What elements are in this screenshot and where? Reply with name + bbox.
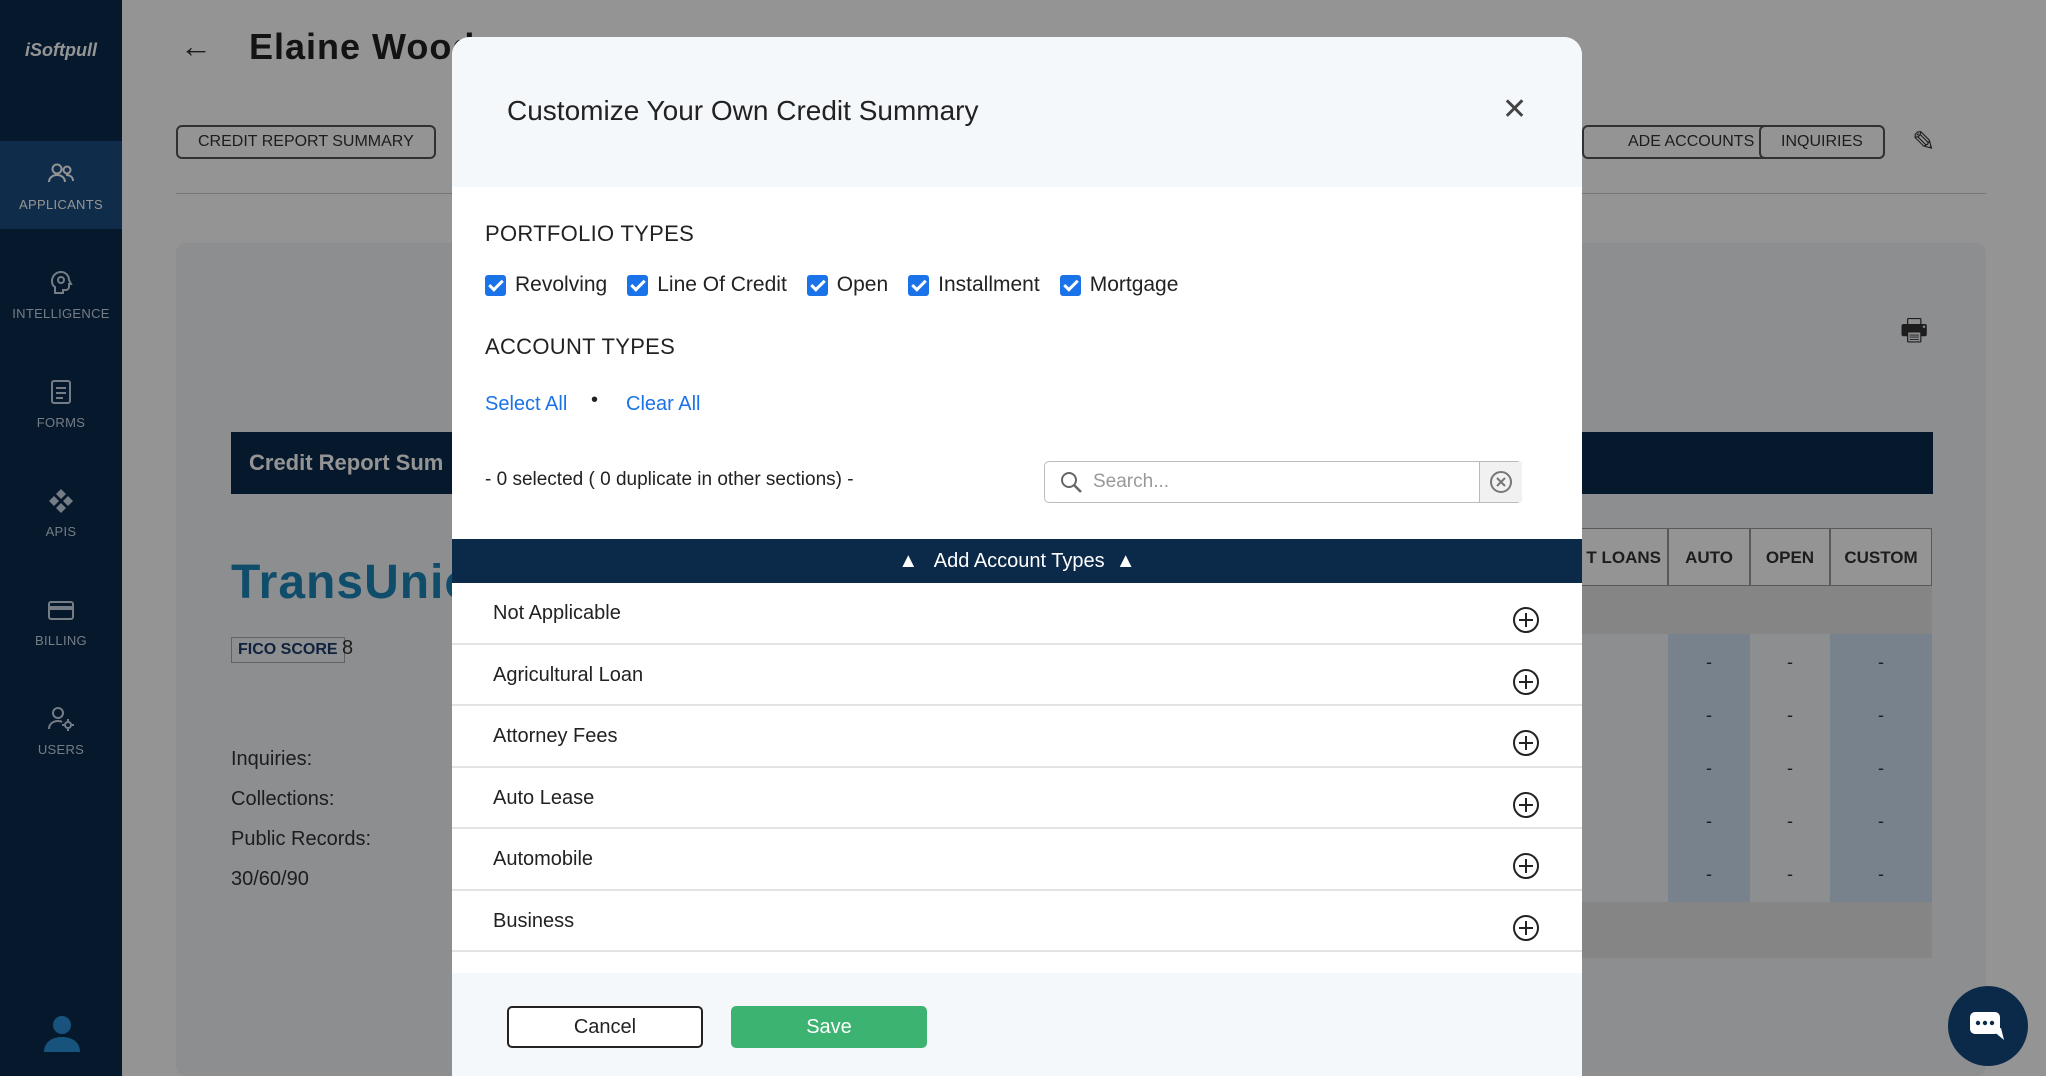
- cancel-button[interactable]: Cancel: [507, 1006, 703, 1048]
- checkbox-label: Revolving: [515, 273, 608, 296]
- add-circle-icon[interactable]: [1512, 844, 1540, 879]
- clear-all-link[interactable]: Clear All: [626, 393, 700, 416]
- account-types-label: ACCOUNT TYPES: [485, 334, 676, 359]
- modal-header: Customize Your Own Credit Summary ✕: [452, 37, 1582, 187]
- list-item[interactable]: Not Applicable: [452, 583, 1582, 645]
- selected-count: - 0 selected ( 0 duplicate in other sect…: [485, 469, 854, 490]
- account-type-label: Not Applicable: [493, 602, 621, 624]
- chat-bubble-icon[interactable]: [1948, 986, 2028, 1066]
- customize-summary-modal: Customize Your Own Credit Summary ✕ PORT…: [452, 37, 1582, 1076]
- checkbox-label: Open: [836, 273, 889, 296]
- search-icon: [1059, 470, 1083, 494]
- link-separator: •: [591, 389, 599, 411]
- checkbox-checked-icon[interactable]: [485, 274, 506, 296]
- account-type-label: Auto Lease: [493, 786, 595, 809]
- checkbox-revolving[interactable]: Revolving: [485, 273, 607, 297]
- list-item[interactable]: [452, 952, 1582, 973]
- add-circle-icon[interactable]: [1512, 906, 1540, 941]
- list-item[interactable]: Automobile: [452, 829, 1582, 891]
- account-type-label: Business: [493, 909, 575, 932]
- add-circle-icon[interactable]: [1512, 783, 1540, 818]
- search-input[interactable]: [1093, 466, 1463, 498]
- list-item[interactable]: Attorney Fees: [452, 706, 1582, 768]
- modal-title: Customize Your Own Credit Summary: [507, 95, 979, 126]
- checkbox-label: Mortgage: [1089, 273, 1179, 296]
- caret-up-icon: ▲: [898, 550, 919, 572]
- checkbox-label: Installment: [938, 273, 1040, 296]
- list-item[interactable]: Agricultural Loan: [452, 645, 1582, 706]
- checkbox-installment[interactable]: Installment: [908, 273, 1040, 297]
- portfolio-checkbox-group: Revolving Line Of Credit Open Installmen…: [485, 273, 1198, 297]
- add-circle-icon[interactable]: [1512, 660, 1540, 695]
- close-icon[interactable]: ✕: [1502, 92, 1527, 127]
- modal-footer: Cancel Save: [452, 973, 1582, 1076]
- account-type-label: Automobile: [493, 848, 594, 870]
- checkbox-checked-icon[interactable]: [1059, 274, 1081, 296]
- portfolio-types-label: PORTFOLIO TYPES: [485, 221, 695, 246]
- checkbox-open[interactable]: Open: [806, 273, 889, 297]
- select-all-link[interactable]: Select All: [485, 393, 567, 416]
- accordion-label: Add Account Types: [933, 550, 1105, 572]
- checkbox-label: Line Of Credit: [657, 273, 787, 296]
- checkbox-mortgage[interactable]: Mortgage: [1059, 273, 1179, 297]
- account-type-label: Agricultural Loan: [493, 663, 644, 686]
- account-types-list: Not Applicable Agricultural Loan Attorne…: [452, 583, 1582, 973]
- clear-search-icon[interactable]: [1479, 462, 1522, 502]
- caret-up-icon: ▲: [1115, 550, 1136, 572]
- save-button[interactable]: Save: [731, 1006, 927, 1048]
- checkbox-checked-icon[interactable]: [908, 274, 930, 296]
- list-item[interactable]: Auto Lease: [452, 768, 1582, 829]
- add-circle-icon[interactable]: [1512, 598, 1540, 633]
- account-type-label: Attorney Fees: [493, 725, 618, 747]
- add-account-types-toggle[interactable]: ▲ Add Account Types ▲: [452, 539, 1582, 583]
- list-item[interactable]: Business: [452, 891, 1582, 952]
- checkbox-checked-icon[interactable]: [806, 274, 828, 296]
- add-circle-icon[interactable]: [1512, 721, 1540, 756]
- checkbox-checked-icon[interactable]: [627, 274, 649, 296]
- search-box: [1044, 461, 1522, 503]
- checkbox-line-of-credit[interactable]: Line Of Credit: [627, 273, 787, 297]
